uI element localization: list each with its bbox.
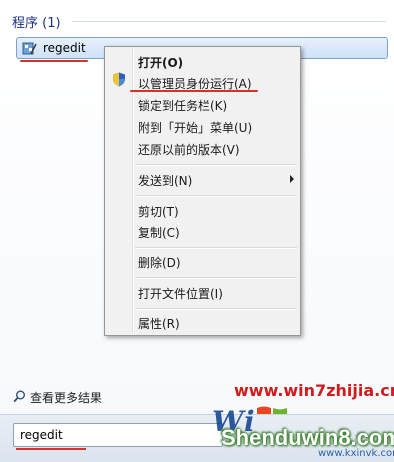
menu-item-send-to[interactable]: 发送到(N) <box>138 172 192 189</box>
menu-separator <box>135 164 297 166</box>
annotation-underline <box>130 90 258 92</box>
menu-item-restore-previous-versions[interactable]: 还原以前的版本(V) <box>138 141 240 158</box>
menu-item-pin-to-taskbar[interactable]: 锁定到任务栏(K) <box>138 97 227 114</box>
regedit-icon <box>22 42 37 55</box>
uac-shield-icon <box>113 72 125 87</box>
result-label: regedit <box>43 41 86 55</box>
annotation-underline <box>20 60 88 62</box>
menu-item-open[interactable]: 打开(O) <box>138 54 183 71</box>
watermark-url-secondary: www.kxinvk.com <box>318 448 394 459</box>
menu-item-open-file-location[interactable]: 打开文件位置(I) <box>138 285 223 302</box>
menu-item-pin-to-start-menu[interactable]: 附到「开始」菜单(U) <box>138 119 252 136</box>
programs-section-title: 程序 (1) <box>12 16 61 31</box>
menu-separator <box>135 277 297 279</box>
watermark-url: www.win7zhijia.cn <box>234 381 394 400</box>
annotation-underline <box>16 448 86 450</box>
search-icon <box>13 390 26 403</box>
menu-item-delete[interactable]: 删除(D) <box>138 254 181 271</box>
menu-separator <box>135 195 297 197</box>
search-input[interactable]: regedit <box>13 423 223 447</box>
see-more-results-link[interactable]: 查看更多结果 <box>30 389 102 406</box>
menu-item-properties[interactable]: 属性(R) <box>138 315 180 332</box>
menu-item-copy[interactable]: 复制(C) <box>138 224 180 241</box>
menu-separator <box>135 308 297 310</box>
menu-separator <box>135 247 297 249</box>
section-divider <box>72 21 386 22</box>
submenu-arrow-icon <box>290 175 294 183</box>
search-input-value: regedit <box>20 428 63 442</box>
start-menu-search-panel: 程序 (1) regedit 查看更多结果 www.win7zhijia.cn <box>0 0 394 462</box>
menu-item-cut[interactable]: 剪切(T) <box>138 203 179 220</box>
